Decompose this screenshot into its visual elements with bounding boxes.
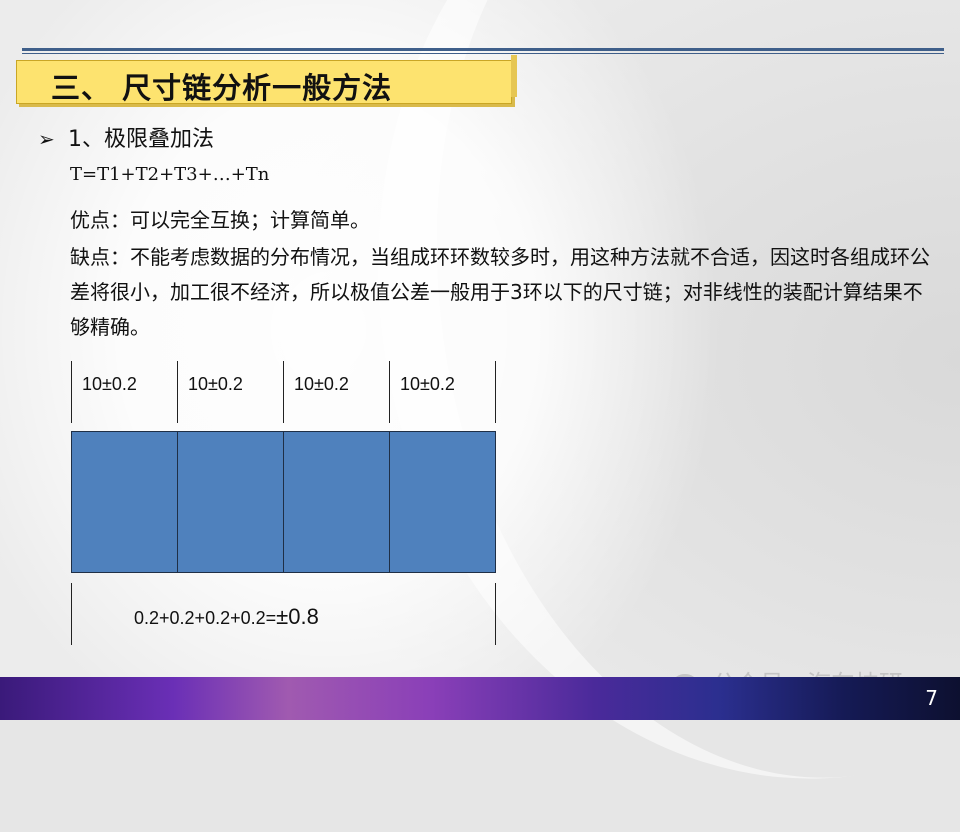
header-rule-thin [22, 53, 944, 54]
footer-bar [0, 677, 960, 720]
arrow-bullet-icon: ➢ [38, 127, 55, 151]
title-banner: 三、 尺寸链分析一般方法 [16, 55, 517, 105]
cons-text: 缺点：不能考虑数据的分布情况，当组成环环数较多时，用这种方法就不合适，因这时各组… [70, 245, 930, 339]
header-rule [22, 48, 944, 51]
slide-title: 三、 尺寸链分析一般方法 [51, 71, 393, 105]
bullet-text: 1、极限叠加法 [68, 127, 214, 152]
pros-text: 优点：可以完全互换；计算简单。 [70, 208, 370, 232]
formula-text: T=T1+T2+T3+…+Tn [70, 164, 270, 185]
page-number: 7 [925, 686, 938, 710]
bullet-heading: ➢ 1、极限叠加法 [38, 121, 214, 153]
